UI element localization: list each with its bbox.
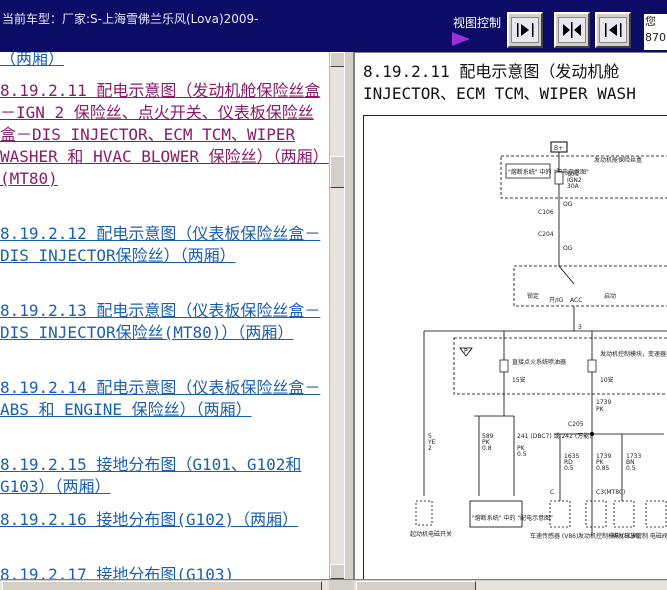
bottom-scrollbar-area: [0, 579, 667, 590]
toc-item-active[interactable]: 8.19.2.11 配电示意图（发动机舱保险丝盒－IGN 2 保险丝、点火开关、…: [0, 80, 329, 190]
toc-item-label[interactable]: 8.19.2.17 接地分布图(G103): [0, 565, 234, 579]
diagram-label: C205: [568, 421, 584, 428]
diagram-label: 3: [578, 324, 582, 331]
diagram-label: 开/IG: [549, 297, 564, 304]
content-horizontal-scrollbar[interactable]: [354, 581, 667, 590]
dis-injector-fuse: [499, 359, 509, 373]
current-car-model: 当前车型：厂家:S-上海雪佛兰乐风(Lova)2009-: [2, 12, 259, 26]
expand-left-icon: [599, 17, 627, 43]
diagram-label: 直接点火系统喷油器: [512, 358, 566, 366]
toc-horizontal-scrollbar[interactable]: [0, 581, 329, 590]
wiring-diagram-svg: B+ 发动机舱保险丝盒 "熔断系统" 中的 "配电示意图" 保险 IGN2 30…: [410, 141, 667, 540]
content-title-line2: INJECTOR、ECM TCM、WIPER WASH: [363, 84, 636, 103]
pane-splitter[interactable]: [344, 52, 354, 579]
diagram-label: C204: [538, 231, 554, 238]
diagram-label: OG: [563, 245, 573, 252]
diagram-label: C106: [538, 209, 554, 216]
diagram-label: 0.85: [596, 465, 610, 472]
diagram-label: B+: [554, 145, 563, 152]
toc-item[interactable]: （两厢）: [0, 52, 329, 70]
split-view-icon: [558, 17, 586, 43]
scroll-thumb[interactable]: [330, 156, 345, 188]
toc-item[interactable]: 8.19.2.15 接地分布图（G101、G102和G103）（两厢）: [0, 454, 329, 498]
ign2-fuse: [554, 171, 564, 185]
user-info-line1: 您: [645, 15, 656, 28]
evap-connector: [613, 500, 635, 528]
expand-left-button[interactable]: [595, 12, 631, 48]
expand-right-icon: [511, 17, 539, 43]
diagram-label: 锁定: [527, 292, 539, 300]
diagram-label: 发动机舱保险丝盒: [594, 156, 642, 164]
toc-item[interactable]: 8.19.2.14 配电示意图（仪表板保险丝盒－ABS 和 ENGINE 保险丝…: [0, 377, 329, 421]
diagram-label: 0.5: [626, 465, 636, 472]
starter-relay-connector: [415, 500, 433, 526]
ecm-connector: [585, 500, 607, 528]
diagram-label: 0.8: [482, 445, 492, 452]
toc-hscroll-thumb[interactable]: [2, 581, 322, 590]
ip-fuse-box-outline: [453, 337, 667, 395]
toc-item-label[interactable]: 8.19.2.13 配电示意图（仪表板保险丝盒－DIS INJECTOR保险丝(…: [0, 301, 320, 342]
view-control-label: 视图控制: [453, 16, 502, 30]
diagram-label: OG: [563, 201, 573, 208]
split-view-button[interactable]: [554, 12, 590, 48]
user-info-tag: 您 870: [644, 14, 667, 50]
speed-sensor-connector: [549, 500, 571, 528]
diagram-label: 2: [428, 445, 432, 452]
view-control-arrow-icon[interactable]: [452, 32, 470, 46]
toc-item[interactable]: 8.19.2.12 配电示意图（仪表板保险丝盒－DIS INJECTOR保险丝）…: [0, 223, 329, 267]
toc-item[interactable]: 8.19.2.17 接地分布图(G103): [0, 564, 329, 579]
diagram-label: 蒸发排放管制 电磁阀: [612, 532, 667, 540]
expand-right-button[interactable]: [507, 12, 543, 48]
fuse-ref-connector: [469, 500, 523, 528]
toc-item-label[interactable]: 8.19.2.11 配电示意图（发动机舱保险丝盒－IGN 2 保险丝、点火开关、…: [0, 81, 329, 188]
diagram-label: 241 (DBC7) 或 242 (万能): [517, 432, 592, 440]
ecm-tcm-fuse: [587, 359, 597, 373]
diagram-label: 15安: [512, 376, 526, 384]
toc-vertical-scrollbar[interactable]: [329, 52, 345, 579]
diagram-label: 1739: [596, 399, 611, 406]
toc-item[interactable]: 8.19.2.13 配电示意图（仪表板保险丝盒－DIS INJECTOR保险丝(…: [0, 300, 329, 344]
diagram-label: C: [550, 489, 554, 496]
content-title: 8.19.2.11 配电示意图（发动机舱 INJECTOR、ECM TCM、WI…: [363, 61, 667, 105]
toc-pane: （两厢） 8.19.2.11 配电示意图（发动机舱保险丝盒－IGN 2 保险丝、…: [0, 52, 329, 579]
diagram-label: P: [464, 348, 468, 355]
content-title-line1: 8.19.2.11 配电示意图（发动机舱: [363, 62, 620, 81]
content-hscroll-thumb[interactable]: [356, 581, 476, 590]
wiring-diagram: B+ 发动机舱保险丝盒 "熔断系统" 中的 "配电示意图" 保险 IGN2 30…: [363, 115, 667, 579]
toc-item-label[interactable]: （两厢）: [0, 52, 64, 68]
scroll-down-arrow-icon[interactable]: [330, 564, 345, 579]
diagram-label: 10安: [600, 376, 614, 384]
diagram-label: 起动机电磁开关: [410, 530, 452, 538]
diagram-label: 0.5: [564, 465, 574, 472]
diagram-label: 车速传感器 (V86): [530, 532, 578, 540]
toc-item-label[interactable]: 8.19.2.15 接地分布图（G101、G102和G103）（两厢）: [0, 455, 301, 496]
toc-item[interactable]: 8.19.2.16 接地分布图(G102)（两厢）: [0, 509, 329, 531]
user-info-line2: 870: [645, 31, 666, 44]
diagram-label: ACC: [570, 297, 582, 304]
diagram-label: C3(MT80): [596, 489, 625, 496]
header-bar: 当前车型：厂家:S-上海雪佛兰乐风(Lova)2009- 视图控制 您 870: [0, 0, 667, 52]
toc-item-label[interactable]: 8.19.2.14 配电示意图（仪表板保险丝盒－ABS 和 ENGINE 保险丝…: [0, 378, 320, 419]
diagram-label: 0.5: [517, 451, 527, 458]
toc-item-label[interactable]: 8.19.2.12 配电示意图（仪表板保险丝盒－DIS INJECTOR保险丝）…: [0, 224, 320, 265]
extra-connector: [645, 500, 667, 528]
diagram-label: 启动: [604, 292, 616, 300]
diagram-label: "熔断系统" 中的 "配电示意图": [472, 514, 553, 522]
diagram-label: PK: [596, 406, 605, 413]
diagram-label: 30A: [567, 183, 580, 190]
content-pane: 8.19.2.11 配电示意图（发动机舱 INJECTOR、ECM TCM、WI…: [354, 52, 667, 579]
scroll-up-arrow-icon[interactable]: [330, 52, 345, 67]
engine-fuse-box-outline: [500, 155, 667, 199]
ignition-switch-outline: [513, 265, 667, 307]
toc-item-label[interactable]: 8.19.2.16 接地分布图(G102)（两厢）: [0, 510, 298, 529]
diagram-label: 发动机控制模块，变速器控制模块: [600, 350, 667, 358]
